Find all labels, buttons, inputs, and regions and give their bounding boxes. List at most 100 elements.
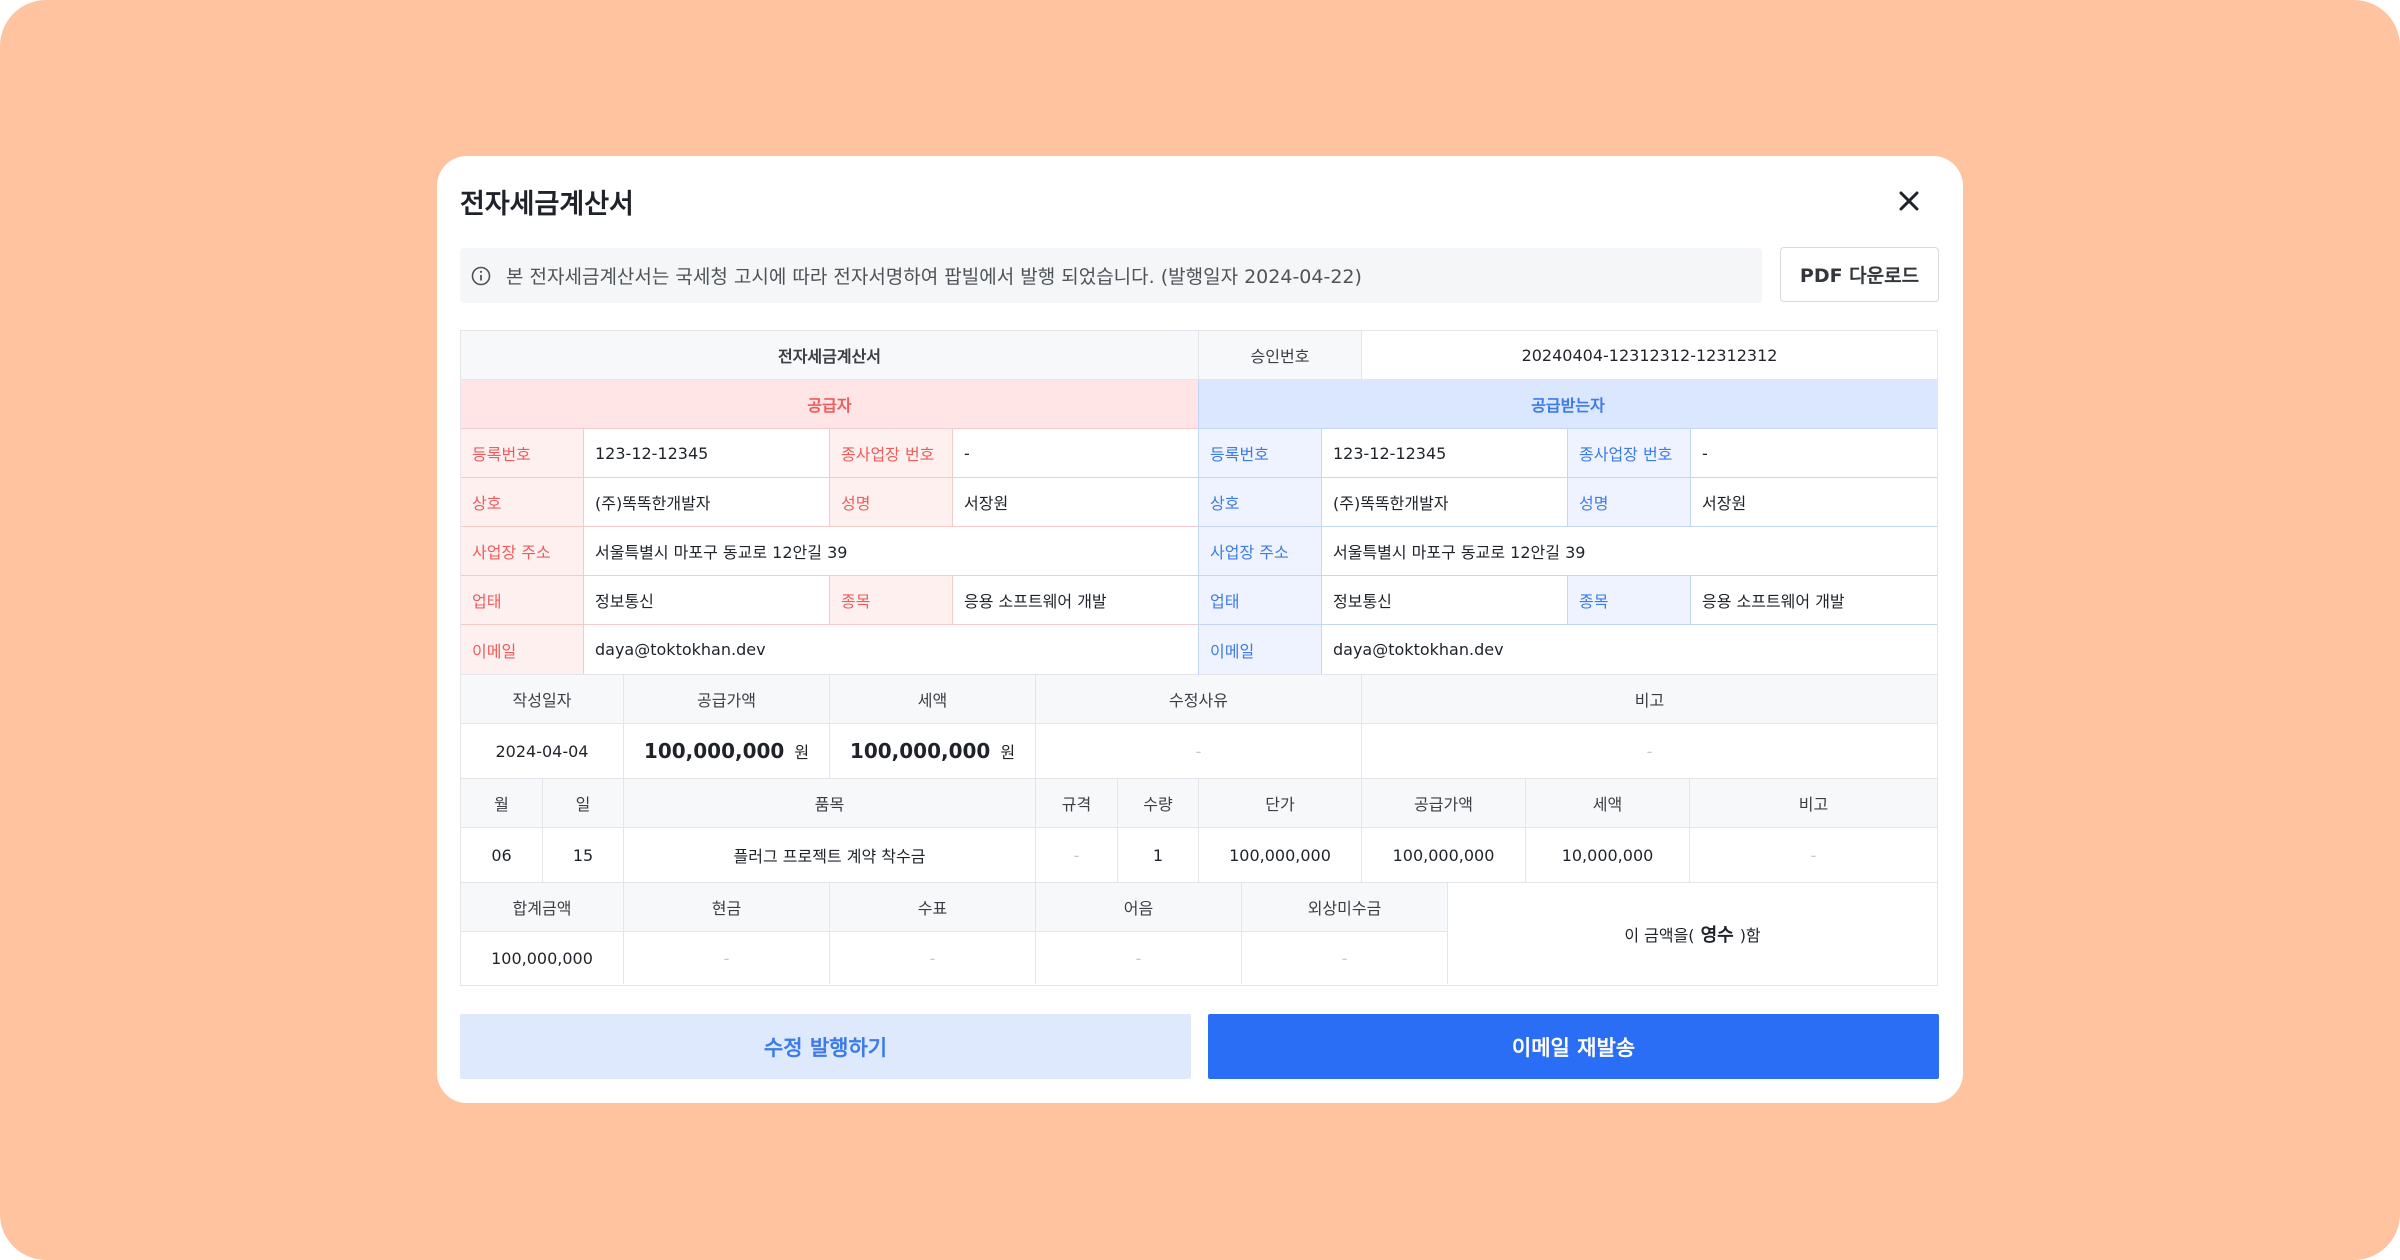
item-tax: 10,000,000 (1561, 845, 1654, 865)
receiver-type-label: 업태 (1199, 576, 1321, 624)
receiver-reg-no: 123-12-12345 (1333, 443, 1447, 463)
grid-line (461, 882, 1937, 883)
summary-header-tax: 세액 (830, 675, 1035, 723)
summary-tax-cell: 100,000,000 원 (830, 724, 1035, 778)
receipt-statement: 이 금액을( 영수 )함 (1448, 883, 1937, 984)
grid-line (542, 778, 543, 882)
summary-note: - (1646, 741, 1653, 761)
notice-text: 본 전자세금계산서는 국세청 고시에 따라 전자서명하여 팝빌에서 발행 되었습… (506, 266, 1362, 288)
receiver-header: 공급받는자 (1199, 380, 1937, 428)
receiver-item-label: 종목 (1568, 576, 1690, 624)
summary-header-supply: 공급가액 (624, 675, 829, 723)
edit-issue-button[interactable]: 수정 발행하기 (460, 1014, 1191, 1079)
grid-line (1689, 778, 1690, 882)
grid-line (1199, 477, 1937, 478)
grid-line (1567, 575, 1568, 624)
grid-line (829, 674, 830, 778)
grid-line (1035, 882, 1036, 984)
totals-total: 100,000,000 (491, 948, 593, 968)
receiver-type: 정보통신 (1333, 592, 1392, 611)
grid-line (461, 827, 1937, 828)
grid-line (1361, 778, 1362, 882)
grid-line (461, 723, 1937, 724)
item-name: 플러그 프로젝트 계약 착수금 (733, 847, 926, 866)
receiver-email: daya@toktokhan.dev (1333, 640, 1504, 659)
pdf-download-button[interactable]: PDF 다운로드 (1780, 247, 1939, 302)
grid-line (1447, 882, 1448, 984)
notice-banner: 본 전자세금계산서는 국세청 고시에 따라 전자서명하여 팝빌에서 발행 되었습… (460, 248, 1762, 303)
summary-reason: - (1195, 741, 1202, 761)
items-header-supply: 공급가액 (1362, 779, 1525, 827)
summary-tax-unit: 원 (1000, 743, 1016, 762)
summary-supply-amount: 100,000,000 (643, 739, 785, 763)
supplier-rep: 서장원 (964, 494, 1009, 513)
grid-line (1199, 575, 1937, 576)
grid-line (829, 575, 830, 624)
grid-line (1035, 674, 1036, 778)
supplier-rep-label: 성명 (830, 478, 952, 526)
grid-line (461, 624, 1198, 625)
tax-invoice-modal: 전자세금계산서 본 전자세금계산서는 국세청 고시에 따라 전자서명하여 팝빌에… (437, 156, 1963, 1103)
item-unit-price: 100,000,000 (1229, 845, 1331, 865)
grid-line (1525, 778, 1526, 882)
items-header-note: 비고 (1690, 779, 1937, 827)
receiver-rep-label: 성명 (1568, 478, 1690, 526)
grid-line (461, 778, 1937, 779)
grid-line (461, 379, 1937, 380)
totals-header-credit: 외상미수금 (1242, 883, 1447, 931)
grid-line (1035, 778, 1036, 882)
grid-line (461, 674, 1937, 675)
supplier-email: daya@toktokhan.dev (595, 640, 766, 659)
invoice-table: 전자세금계산서 승인번호 20240404-12312312-12312312 … (460, 330, 1938, 986)
items-header-month: 월 (461, 779, 542, 827)
supplier-header: 공급자 (461, 380, 1198, 428)
receiver-branch-no: - (1702, 443, 1708, 463)
items-header-tax: 세액 (1526, 779, 1689, 827)
grid-line (829, 428, 830, 526)
grid-line (1361, 674, 1362, 778)
supplier-type: 정보통신 (595, 592, 654, 611)
receipt-prefix: 이 금액을( (1624, 925, 1695, 945)
invoice-title-cell: 전자세금계산서 (461, 331, 1198, 379)
supplier-email-label: 이메일 (461, 625, 583, 674)
grid-line (1690, 575, 1691, 624)
totals-header-check: 수표 (830, 883, 1035, 931)
item-supply: 100,000,000 (1392, 845, 1495, 865)
grid-line (1198, 331, 1199, 380)
grid-line (1198, 778, 1199, 882)
receipt-suffix: )함 (1739, 925, 1761, 945)
grid-line (1567, 428, 1568, 526)
item-note: - (1810, 845, 1817, 865)
items-header-name: 품목 (624, 779, 1035, 827)
receiver-email-label: 이메일 (1199, 625, 1321, 674)
receiver-name-label: 상호 (1199, 478, 1321, 526)
receiver-reg-label: 등록번호 (1199, 429, 1321, 477)
grid-line (1690, 428, 1691, 526)
supplier-reg-no: 123-12-12345 (595, 443, 709, 463)
resend-email-button[interactable]: 이메일 재발송 (1208, 1014, 1939, 1079)
totals-header-note: 어음 (1036, 883, 1241, 931)
grid-line (1199, 624, 1937, 625)
grid-line (1117, 778, 1118, 882)
receipt-word: 영수 (1700, 924, 1734, 946)
items-header-qty: 수량 (1118, 779, 1198, 827)
totals-header-cash: 현금 (624, 883, 829, 931)
summary-date: 2024-04-04 (495, 741, 589, 761)
close-icon[interactable] (1890, 182, 1928, 220)
item-qty: 1 (1152, 845, 1164, 865)
grid-line (461, 526, 1198, 527)
supplier-reg-label: 등록번호 (461, 429, 583, 477)
modal-title: 전자세금계산서 (460, 189, 634, 220)
grid-line (583, 428, 584, 674)
receiver-addr-label: 사업장 주소 (1199, 527, 1321, 575)
grid-line (623, 882, 624, 984)
grid-line (1241, 882, 1242, 984)
supplier-branch-no: - (964, 443, 970, 463)
approval-label: 승인번호 (1199, 331, 1361, 379)
receiver-branch-label: 종사업장 번호 (1568, 429, 1690, 477)
supplier-addr-label: 사업장 주소 (461, 527, 583, 575)
supplier-name-label: 상호 (461, 478, 583, 526)
grid-line (1321, 428, 1322, 674)
grid-line (623, 778, 624, 882)
items-header-spec: 규격 (1036, 779, 1117, 827)
